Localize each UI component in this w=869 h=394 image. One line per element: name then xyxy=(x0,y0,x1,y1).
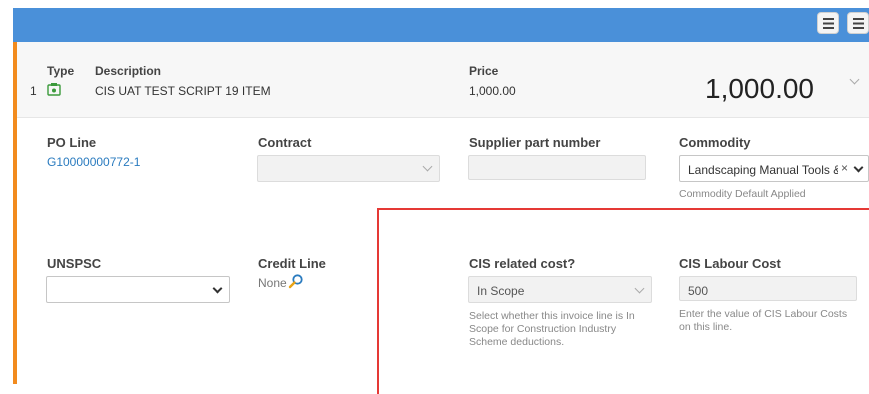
commodity-note: Commodity Default Applied xyxy=(679,188,806,200)
cis-labour-label: CIS Labour Cost xyxy=(679,256,781,271)
price-label: Price xyxy=(469,64,499,78)
chevron-down-icon xyxy=(422,161,433,172)
supplier-part-input[interactable] xyxy=(468,155,646,180)
line-description: CIS UAT TEST SCRIPT 19 ITEM xyxy=(95,84,271,98)
detail-view-icon[interactable] xyxy=(847,12,869,34)
description-label: Description xyxy=(95,64,162,78)
line-status-indicator xyxy=(13,42,17,384)
line-total: 1,000.00 xyxy=(705,73,814,104)
unspsc-select[interactable] xyxy=(46,276,230,303)
commodity-value: Landscaping Manual Tools & Equipment xyxy=(688,163,838,177)
po-line-link[interactable]: G10000000772-1 xyxy=(47,155,140,169)
chevron-down-icon xyxy=(853,162,864,173)
search-icon[interactable] xyxy=(288,273,304,289)
po-line-label: PO Line xyxy=(47,135,97,150)
cis-related-value: In Scope xyxy=(477,284,525,298)
commodity-select[interactable]: Landscaping Manual Tools & Equipment × xyxy=(679,155,869,182)
unspsc-label: UNSPSC xyxy=(47,256,102,271)
cis-related-help: Select whether this invoice line is In S… xyxy=(469,310,635,348)
chevron-down-icon xyxy=(634,283,645,294)
cis-related-select[interactable]: In Scope xyxy=(468,276,652,303)
credit-line-label: Credit Line xyxy=(258,256,326,271)
contract-label: Contract xyxy=(258,135,312,150)
cis-labour-value: 500 xyxy=(688,284,709,298)
price-value: 1,000.00 xyxy=(469,84,516,98)
chevron-down-icon xyxy=(212,283,223,294)
line-number: 1 xyxy=(30,84,37,98)
cis-related-label: CIS related cost? xyxy=(469,256,576,271)
clear-icon[interactable]: × xyxy=(841,161,848,175)
contract-select[interactable] xyxy=(257,155,440,182)
commodity-label: Commodity xyxy=(679,135,751,150)
cis-labour-help: Enter the value of CIS Labour Costs on t… xyxy=(679,308,848,333)
top-toolbar xyxy=(13,8,869,42)
list-view-icon[interactable] xyxy=(817,12,839,34)
cis-labour-input[interactable]: 500 xyxy=(679,276,857,301)
type-label: Type xyxy=(47,64,75,78)
credit-line-value: None xyxy=(258,276,287,290)
supplier-part-label: Supplier part number xyxy=(469,135,601,150)
item-type-icon xyxy=(47,83,61,96)
